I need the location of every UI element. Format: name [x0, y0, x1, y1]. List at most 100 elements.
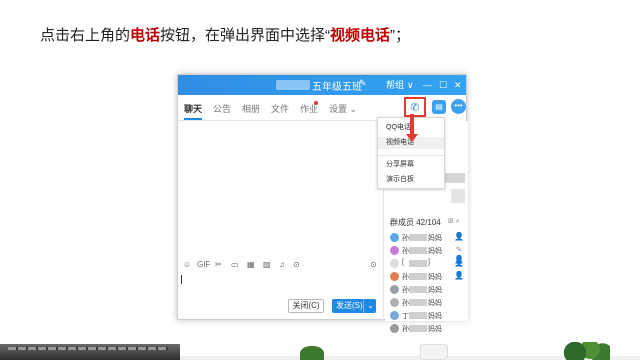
menu-item-whiteboard[interactable]: 演示白板 [378, 174, 444, 186]
tab-files[interactable]: 文件 [271, 102, 289, 115]
member-role-icon [454, 284, 464, 294]
member-name-start: 孙 [402, 248, 409, 255]
plant-image [300, 346, 324, 360]
blurred-name [409, 234, 427, 241]
instruction-part-3: ”； [390, 27, 411, 44]
keyboard-keys [8, 347, 168, 350]
blurred-avatar [276, 80, 310, 90]
phone-icon: ✆ [410, 101, 420, 114]
member-name-end: 妈妈 [428, 248, 442, 255]
history-icon[interactable]: ⊙ [370, 260, 377, 269]
chat-tabs: 聊天 公告 相册 文件 作业 设置 ⌄ [178, 97, 384, 121]
member-row[interactable]: 丁 妈妈 [390, 310, 466, 322]
member-row[interactable]: 孙 妈妈 [390, 297, 466, 309]
avatar [390, 298, 399, 307]
more-tools-icon[interactable]: ⊙ [293, 260, 300, 269]
member-role-icon: 👤 [454, 232, 464, 241]
member-row[interactable]: 孙 妈妈 ✎ 👤 [390, 245, 466, 264]
collapse-icon[interactable]: ∨ [407, 78, 414, 92]
instruction-text: 点击右上角的电话按钮，在弹出界面中选择“视频电话”； [40, 24, 410, 45]
red-arrow-head [406, 134, 418, 142]
edit-icon[interactable]: ✎ [359, 78, 367, 89]
close-icon[interactable]: ✕ [454, 78, 462, 92]
send-options-icon[interactable]: ⌄ [363, 299, 374, 313]
input-toolbar: ☺ GIF ✂ ▭ ▦ ▨ ♫ ⊙ ⊙ [178, 257, 384, 275]
instruction-highlight-video-call: 视频电话 [330, 27, 391, 44]
member-name-start: 孙 [402, 287, 409, 294]
member-role-icon: 👤 [454, 271, 464, 280]
instruction-part-2: 按钮，在弹出界面中选择“ [160, 27, 331, 44]
tab-chat[interactable]: 聊天 [184, 102, 202, 115]
member-name-start: 孙 [402, 235, 409, 242]
member-row[interactable]: 孙 妈妈 [390, 284, 466, 296]
blurred-content [451, 189, 465, 203]
folder-icon[interactable]: ▭ [231, 260, 239, 269]
maximize-icon[interactable]: ☐ [439, 78, 447, 92]
member-name-end: 妈妈 [428, 287, 442, 294]
blurred-name [409, 247, 427, 254]
member-name-start: 孙 [402, 300, 409, 307]
avatar [390, 272, 399, 281]
avatar [390, 311, 399, 320]
laptop-image [0, 344, 180, 360]
blurred-name [409, 312, 427, 319]
member-name-end: 妈妈 [428, 235, 442, 242]
blurred-name [409, 273, 427, 280]
member-name-start: 丁 [402, 313, 409, 320]
tab-settings[interactable]: 设置 ⌄ [329, 102, 357, 115]
phone-call-button[interactable]: ✆ [404, 97, 426, 117]
member-name-end: ] [428, 259, 430, 266]
avatar [390, 246, 399, 255]
send-button[interactable]: 发送(S) ⌄ [332, 299, 376, 313]
blurred-name [409, 299, 427, 306]
avatar [390, 285, 399, 294]
member-row[interactable]: 孙 妈妈 👤 [390, 271, 466, 283]
tab-announcement[interactable]: 公告 [213, 102, 231, 115]
instruction-highlight-phone: 电话 [130, 27, 161, 44]
member-role-icon: ✎ 👤 [454, 245, 464, 264]
members-search-icon[interactable]: ⊞ ⌕ [448, 217, 460, 226]
qq-group-chat-window: 五年级五班 ✎ 帮组 ∨ — ☐ ✕ 聊天 公告 相册 文件 作业 设置 ⌄ ✆… [177, 74, 468, 333]
screenshot-icon[interactable]: ✂ [215, 260, 222, 269]
avatar [390, 233, 399, 242]
plant-image [560, 342, 610, 360]
more-icon[interactable]: ••• [451, 99, 466, 114]
member-role-icon [454, 297, 464, 307]
footer-photo-strip [0, 330, 640, 360]
member-name-start: [ [402, 259, 404, 266]
message-input[interactable]: 关闭(C) 发送(S) ⌄ [178, 275, 384, 321]
tab-album[interactable]: 相册 [242, 102, 260, 115]
text-cursor [181, 275, 182, 284]
blurred-content [445, 173, 465, 183]
menu-divider [378, 155, 444, 156]
group-chat-icon[interactable]: ▤ [432, 100, 446, 114]
blurred-name [409, 260, 427, 267]
minimize-icon[interactable]: — [423, 78, 432, 92]
member-name-end: 妈妈 [428, 313, 442, 320]
help-button[interactable]: 帮组 [386, 78, 404, 92]
instruction-part-1: 点击右上角的 [40, 27, 131, 44]
emoji-icon[interactable]: ☺ [183, 260, 191, 269]
bell-icon[interactable]: ♫ [279, 260, 285, 269]
blurred-name [409, 286, 427, 293]
menu-item-share-screen[interactable]: 分享屏幕 [378, 159, 444, 171]
notification-dot [314, 101, 318, 105]
member-role-icon [454, 310, 464, 320]
member-row[interactable]: [] 👤 [390, 258, 466, 270]
avatar [390, 259, 399, 268]
members-count: 群成员 42/104 [390, 218, 441, 227]
cup-image [420, 344, 448, 360]
member-row[interactable]: 孙 妈妈 👤 [390, 232, 466, 244]
image-icon[interactable]: ▦ [247, 260, 255, 269]
member-name-start: 孙 [402, 274, 409, 281]
window-titlebar: 五年级五班 ✎ 帮组 ∨ — ☐ ✕ [178, 75, 466, 95]
send-label: 发送(S) [336, 301, 363, 310]
picture-icon[interactable]: ▨ [263, 260, 271, 269]
member-role-icon: 👤 [454, 258, 464, 267]
gif-icon[interactable]: GIF [197, 260, 210, 269]
member-name-end: 妈妈 [428, 274, 442, 281]
slide: 点击右上角的电话按钮，在弹出界面中选择“视频电话”； 五年级五班 ✎ 帮组 ∨ … [0, 0, 640, 360]
message-area [178, 121, 384, 257]
close-button[interactable]: 关闭(C) [288, 299, 324, 313]
window-title: 五年级五班 [312, 82, 362, 93]
